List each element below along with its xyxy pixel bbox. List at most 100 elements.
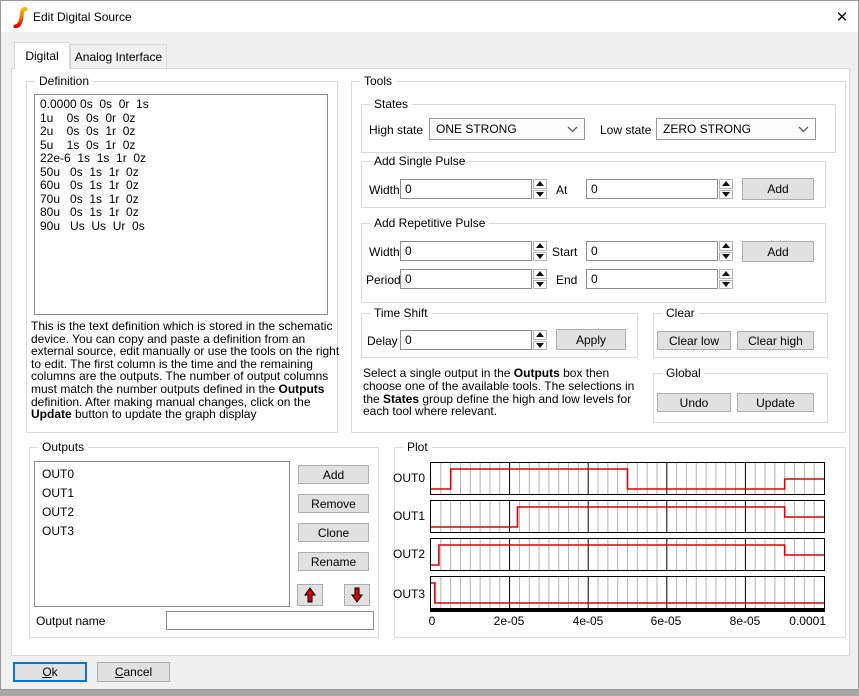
edit-digital-source-dialog: Edit Digital Source ✕ Analog Interface D… [0,0,859,690]
sp-at-input[interactable] [586,179,718,199]
spin-up-icon [536,332,544,337]
remove-output-button[interactable]: Remove [298,494,369,513]
undo-button[interactable]: Undo [657,393,731,412]
x-tick: 6e-05 [651,614,682,628]
rp-end-spinner [719,269,733,289]
titlebar: Edit Digital Source ✕ [1,1,858,32]
spin-down-button[interactable] [533,280,547,290]
app-icon [12,7,29,28]
tab-digital[interactable]: Digital [14,42,70,69]
close-icon[interactable]: ✕ [829,5,855,29]
outputs-list[interactable]: OUT0 OUT1 OUT2 OUT3 [34,461,290,607]
delay-input[interactable] [400,330,532,350]
rp-end-label: End [556,273,577,287]
spin-down-icon [722,282,730,287]
spin-down-button[interactable] [719,190,733,200]
spin-up-button[interactable] [533,241,547,251]
low-state-label: Low state [600,123,651,137]
list-item[interactable]: OUT0 [35,465,289,484]
chevron-down-icon [798,126,809,133]
x-tick: 0.0001 [789,614,826,628]
rp-period-input[interactable] [400,269,532,289]
definition-textarea[interactable]: 0.0000 0s 0s 0r 1s 1u 0s 0s 0r 0z 2u 0s … [34,94,328,315]
sp-width-input[interactable] [400,179,532,199]
move-up-icon [303,587,317,603]
apply-button[interactable]: Apply [556,329,626,350]
spin-up-icon [536,181,544,186]
wave-label-out1: OUT1 [392,509,425,523]
rp-start-label: Start [552,245,577,259]
states-group-label: States [370,97,412,111]
spin-down-button[interactable] [533,341,547,351]
tools-help-text: Select a single output in the Outputs bo… [363,367,645,418]
spin-down-icon [722,254,730,259]
delay-spinner [533,330,547,350]
clear-low-button[interactable]: Clear low [657,331,731,350]
spin-down-button[interactable] [719,280,733,290]
clear-high-button[interactable]: Clear high [737,331,814,350]
rp-end-input[interactable] [586,269,718,289]
list-item[interactable]: OUT2 [35,503,289,522]
definition-group-label: Definition [35,74,93,88]
clear-group-label: Clear [662,306,699,320]
spin-up-button[interactable] [533,269,547,279]
wave-label-out0: OUT0 [392,471,425,485]
add-output-button[interactable]: Add [298,465,369,484]
spin-down-icon [536,192,544,197]
tab-analog-interface[interactable]: Analog Interface [70,44,167,69]
waveform-strip-out3 [430,576,825,609]
cancel-button[interactable]: Cancel [97,662,170,682]
waveform-strip-out0 [430,462,825,495]
spin-up-button[interactable] [533,179,547,189]
rp-start-input[interactable] [586,241,718,261]
low-state-combo[interactable]: ZERO STRONG [656,118,816,140]
list-item[interactable]: OUT1 [35,484,289,503]
spin-up-icon [536,243,544,248]
x-tick: 2e-05 [494,614,525,628]
wave-label-out2: OUT2 [392,547,425,561]
spin-down-button[interactable] [533,252,547,262]
rp-width-input[interactable] [400,241,532,261]
waveform-strip-out1 [430,500,825,533]
rp-add-button[interactable]: Add [742,241,814,262]
delay-label: Delay [367,334,398,348]
move-up-button[interactable] [297,584,323,606]
global-group-label: Global [662,366,705,380]
window-title: Edit Digital Source [33,10,132,24]
x-tick: 4e-05 [573,614,604,628]
output-name-label: Output name [36,614,105,628]
high-state-label: High state [369,123,423,137]
x-tick: 8e-05 [730,614,761,628]
spin-up-button[interactable] [719,241,733,251]
add-single-pulse-group-label: Add Single Pulse [370,154,469,168]
spin-up-icon [722,243,730,248]
clone-output-button[interactable]: Clone [298,523,369,542]
spin-down-button[interactable] [719,252,733,262]
rp-width-label: Width [369,245,400,259]
spin-down-icon [536,254,544,259]
output-name-input[interactable] [166,611,374,630]
spin-up-icon [536,271,544,276]
spin-up-button[interactable] [533,330,547,340]
spin-up-icon [722,181,730,186]
high-state-combo[interactable]: ONE STRONG [429,118,585,140]
time-shift-group-label: Time Shift [370,306,432,320]
sp-width-label: Width [369,183,400,197]
list-item[interactable]: OUT3 [35,522,289,541]
spin-up-icon [722,271,730,276]
move-down-button[interactable] [344,584,370,606]
spin-up-button[interactable] [719,179,733,189]
wave-label-out3: OUT3 [392,587,425,601]
rp-start-spinner [719,241,733,261]
add-repetitive-pulse-group: Add Repetitive Pulse [361,223,826,303]
definition-description: This is the text definition which is sto… [31,320,342,421]
rename-output-button[interactable]: Rename [298,552,369,571]
x-axis-line [430,609,825,612]
spin-up-button[interactable] [719,269,733,279]
spin-down-icon [536,282,544,287]
sp-add-button[interactable]: Add [742,178,814,200]
update-button[interactable]: Update [737,393,814,412]
ok-button[interactable]: Ok [13,662,87,682]
spin-down-button[interactable] [533,190,547,200]
screen: Edit Digital Source ✕ Analog Interface D… [0,0,859,696]
